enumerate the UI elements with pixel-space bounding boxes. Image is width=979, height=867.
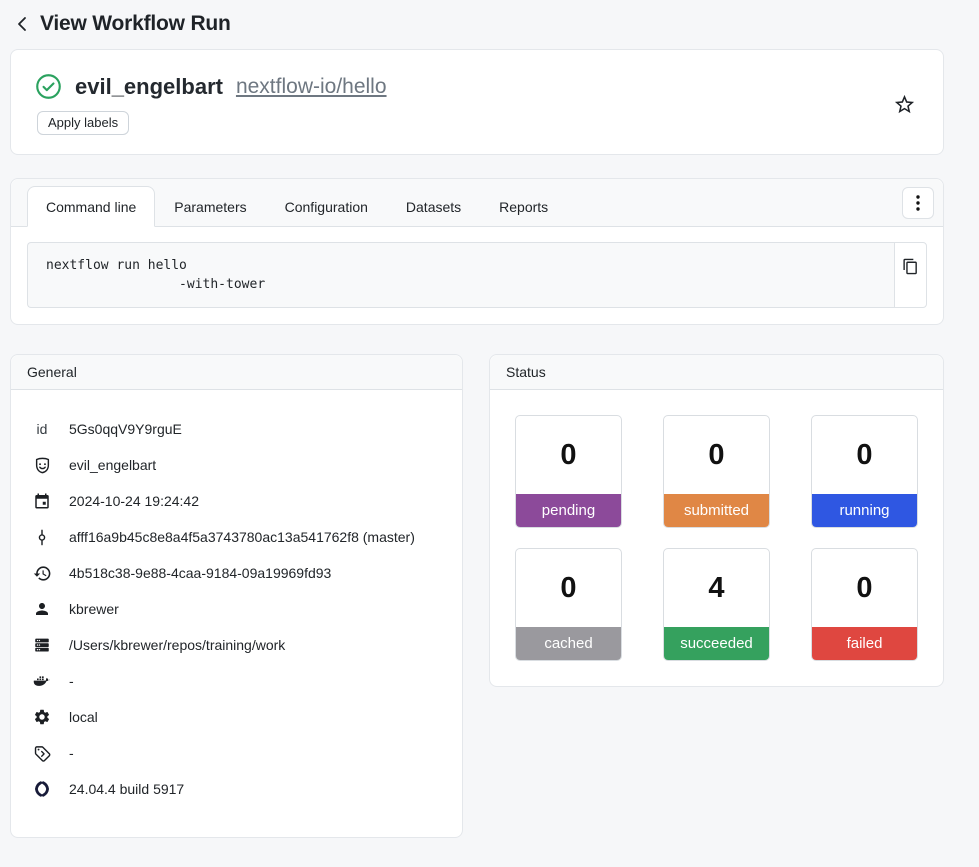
status-tile-running: 0 running bbox=[811, 415, 918, 528]
failed-count: 0 bbox=[812, 549, 917, 627]
container-value: - bbox=[69, 673, 74, 689]
copy-button[interactable] bbox=[894, 242, 927, 308]
general-item-user: kbrewer bbox=[32, 591, 448, 627]
nextflow-icon bbox=[32, 779, 52, 799]
command-line-code: nextflow run hello -with-tower bbox=[27, 242, 894, 308]
general-item-executor: local bbox=[32, 699, 448, 735]
general-item-container: - bbox=[32, 663, 448, 699]
run-summary-left: evil_engelbart nextflow-io/hello Apply l… bbox=[35, 73, 387, 135]
session-history-icon bbox=[32, 564, 52, 583]
run-name: evil_engelbart bbox=[75, 74, 223, 100]
pending-label: pending bbox=[516, 494, 621, 527]
general-item-workdir: /Users/kbrewer/repos/training/work bbox=[32, 627, 448, 663]
succeeded-count: 4 bbox=[664, 549, 769, 627]
page-title: View Workflow Run bbox=[40, 12, 231, 36]
tab-configuration[interactable]: Configuration bbox=[266, 186, 387, 227]
general-item-id: id 5Gs0qqV9Y9rguE bbox=[32, 411, 448, 447]
status-tile-submitted: 0 submitted bbox=[663, 415, 770, 528]
docker-icon bbox=[32, 671, 52, 691]
star-outline-icon bbox=[893, 93, 916, 116]
workdir-value: /Users/kbrewer/repos/training/work bbox=[69, 637, 285, 653]
user-icon bbox=[32, 600, 52, 618]
submitted-label: submitted bbox=[664, 494, 769, 527]
general-item-nextflow-version: 24.04.4 build 5917 bbox=[32, 771, 448, 807]
star-button[interactable] bbox=[892, 93, 917, 116]
status-card: Status 0 pending 0 submitted 0 running bbox=[489, 354, 944, 687]
run-details-tabs-card: Command line Parameters Configuration Da… bbox=[10, 178, 944, 325]
run-summary-card: evil_engelbart nextflow-io/hello Apply l… bbox=[10, 49, 944, 155]
id-label: id bbox=[32, 421, 52, 437]
start-date-value: 2024-10-24 19:24:42 bbox=[69, 493, 199, 509]
command-line-block: nextflow run hello -with-tower bbox=[27, 242, 927, 308]
run-id-value: 5Gs0qqV9Y9rguE bbox=[69, 421, 182, 437]
commit-value: afff16a9b45c8e8a4f5a3743780ac13a541762f8… bbox=[69, 529, 415, 545]
tag-icon bbox=[32, 744, 52, 763]
copy-icon bbox=[902, 258, 919, 275]
status-tile-succeeded: 4 succeeded bbox=[663, 548, 770, 661]
general-item-commit: afff16a9b45c8e8a4f5a3743780ac13a541762f8… bbox=[32, 519, 448, 555]
run-title-row: evil_engelbart nextflow-io/hello bbox=[35, 73, 387, 100]
submitted-count: 0 bbox=[664, 416, 769, 494]
status-tile-cached: 0 cached bbox=[515, 548, 622, 661]
nextflow-version-value: 24.04.4 build 5917 bbox=[69, 781, 184, 797]
general-item-tags: - bbox=[32, 735, 448, 771]
kebab-menu-icon bbox=[916, 195, 920, 211]
back-button[interactable] bbox=[15, 15, 29, 33]
succeeded-label: succeeded bbox=[664, 627, 769, 660]
failed-label: failed bbox=[812, 627, 917, 660]
check-circle-icon bbox=[35, 73, 62, 100]
workdir-server-icon bbox=[32, 636, 52, 654]
tab-datasets[interactable]: Datasets bbox=[387, 186, 480, 227]
general-item-start-date: 2024-10-24 19:24:42 bbox=[32, 483, 448, 519]
running-label: running bbox=[812, 494, 917, 527]
git-commit-icon bbox=[32, 528, 52, 547]
session-id-value: 4b518c38-9e88-4caa-9184-09a19969fd93 bbox=[69, 565, 331, 581]
calendar-icon bbox=[32, 492, 52, 510]
user-value: kbrewer bbox=[69, 601, 119, 617]
cached-label: cached bbox=[516, 627, 621, 660]
status-card-header: Status bbox=[490, 355, 943, 390]
cached-count: 0 bbox=[516, 549, 621, 627]
apply-labels-button[interactable]: Apply labels bbox=[37, 111, 129, 135]
view-workflow-run-page: View Workflow Run evil_engelbart nextflo… bbox=[0, 0, 979, 858]
tab-parameters[interactable]: Parameters bbox=[155, 186, 265, 227]
pending-count: 0 bbox=[516, 416, 621, 494]
general-item-session: 4b518c38-9e88-4caa-9184-09a19969fd93 bbox=[32, 555, 448, 591]
repo-link[interactable]: nextflow-io/hello bbox=[236, 75, 387, 99]
running-count: 0 bbox=[812, 416, 917, 494]
page-header: View Workflow Run bbox=[10, 8, 944, 49]
details-columns: General id 5Gs0qqV9Y9rguE evil_engelbart bbox=[10, 354, 944, 838]
general-card-header: General bbox=[11, 355, 462, 390]
tabs-header: Command line Parameters Configuration Da… bbox=[11, 179, 943, 227]
chevron-left-icon bbox=[15, 15, 29, 33]
run-name-value: evil_engelbart bbox=[69, 457, 156, 473]
status-tile-failed: 0 failed bbox=[811, 548, 918, 661]
tab-reports[interactable]: Reports bbox=[480, 186, 567, 227]
command-line-panel: nextflow run hello -with-tower bbox=[11, 227, 943, 324]
tab-list: Command line Parameters Configuration Da… bbox=[27, 186, 567, 226]
options-menu-button[interactable] bbox=[902, 187, 934, 219]
run-name-mask-icon bbox=[32, 456, 52, 475]
executor-value: local bbox=[69, 709, 98, 725]
general-card: General id 5Gs0qqV9Y9rguE evil_engelbart bbox=[10, 354, 463, 838]
tags-value: - bbox=[69, 745, 74, 761]
general-list: id 5Gs0qqV9Y9rguE evil_engelbart 2024-10… bbox=[11, 390, 462, 837]
status-grid: 0 pending 0 submitted 0 running 0 cached bbox=[515, 415, 918, 661]
status-body: 0 pending 0 submitted 0 running 0 cached bbox=[490, 390, 943, 686]
tab-command-line[interactable]: Command line bbox=[27, 186, 155, 227]
executor-gear-icon bbox=[32, 708, 52, 726]
status-tile-pending: 0 pending bbox=[515, 415, 622, 528]
general-item-run-name: evil_engelbart bbox=[32, 447, 448, 483]
